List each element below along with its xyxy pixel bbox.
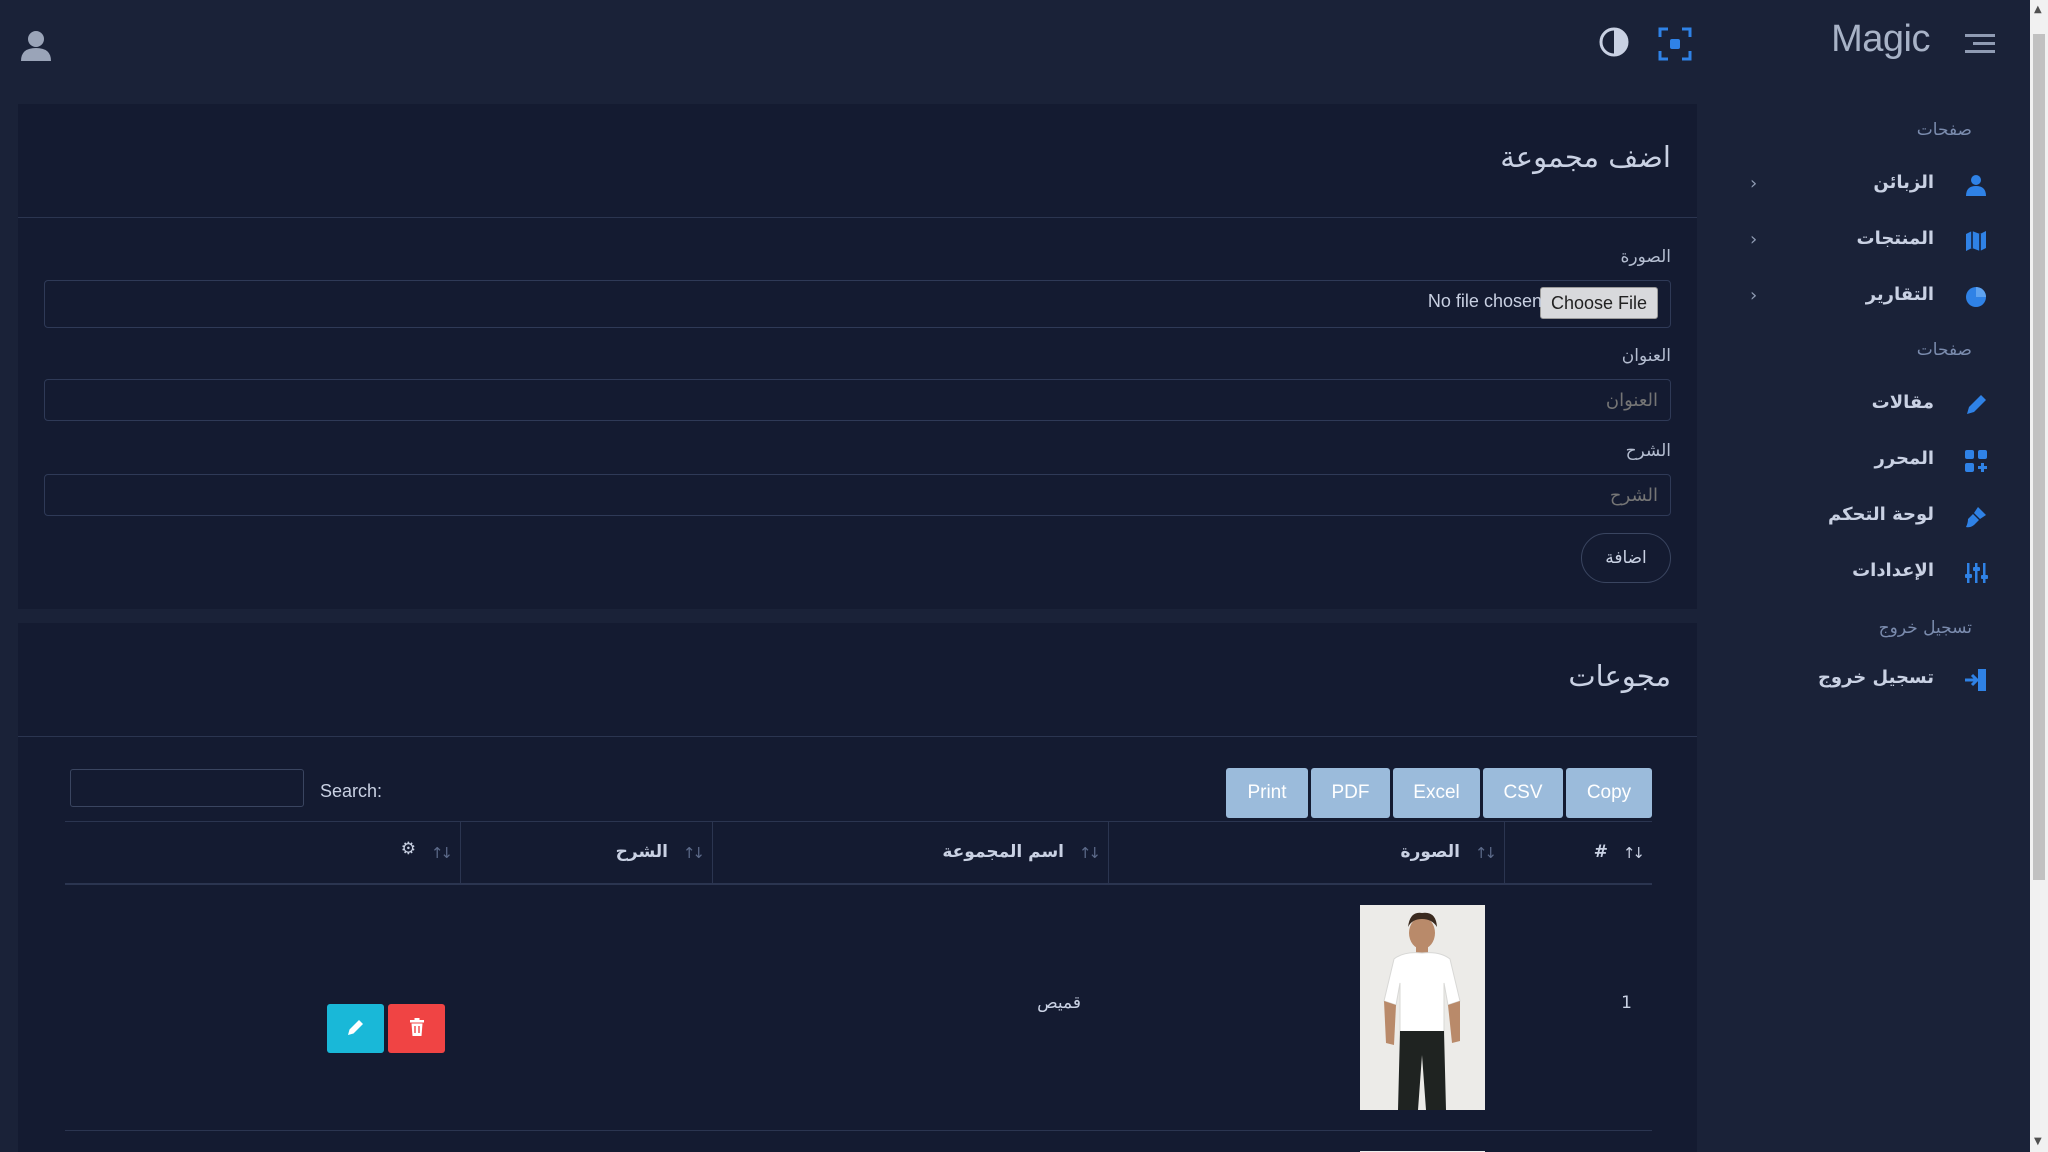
card-divider bbox=[18, 736, 1697, 737]
csv-button[interactable]: CSV bbox=[1483, 768, 1563, 818]
print-button[interactable]: Print bbox=[1226, 768, 1308, 818]
title-input[interactable] bbox=[45, 380, 1670, 420]
sidebar-item-label: لوحة التحكم bbox=[1827, 504, 1934, 525]
column-header-description[interactable]: الشرح ↑↓ bbox=[461, 821, 713, 885]
menu-toggle-icon[interactable] bbox=[1965, 32, 1995, 56]
card-divider bbox=[18, 217, 1697, 218]
fullscreen-icon[interactable] bbox=[1657, 26, 1693, 62]
groups-title: مجوعات bbox=[1568, 659, 1671, 693]
image-field-label: الصورة bbox=[1620, 247, 1671, 267]
column-header-label: الشرح bbox=[615, 842, 668, 862]
add-group-title: اضف مجموعة bbox=[1500, 140, 1671, 174]
column-header-label: # bbox=[1593, 842, 1608, 862]
copy-button[interactable]: Copy bbox=[1566, 768, 1652, 818]
chevron-left-icon: ‹ bbox=[1750, 173, 1758, 194]
product-photo-tshirt bbox=[1360, 905, 1485, 1110]
cell-index: 1 bbox=[1505, 885, 1652, 1131]
sidebar-item-logout[interactable]: تسجيل خروج bbox=[1718, 658, 2030, 702]
groups-card: مجوعات Copy CSV Excel PDF Print Search: … bbox=[18, 623, 1697, 1152]
sidebar-item-dashboard[interactable]: لوحة التحكم bbox=[1718, 495, 2030, 539]
sidebar-heading-logout: تسجيل خروج bbox=[1878, 618, 1972, 638]
column-header-label: الصورة bbox=[1400, 842, 1460, 862]
sidebar-item-editor[interactable]: المحرر bbox=[1718, 439, 2030, 483]
top-bar bbox=[0, 0, 1718, 90]
cell-name: قميص bbox=[713, 885, 1109, 1131]
search-input[interactable] bbox=[70, 769, 304, 807]
excel-button[interactable]: Excel bbox=[1393, 768, 1480, 818]
sidebar-item-customers[interactable]: الزبائن ‹ bbox=[1718, 163, 2030, 207]
scroll-up-icon[interactable]: ▲ bbox=[2034, 4, 2042, 15]
column-header-image[interactable]: الصورة ↑↓ bbox=[1109, 821, 1505, 885]
brush-icon bbox=[1964, 505, 1988, 529]
delete-button[interactable] bbox=[388, 1004, 445, 1053]
description-field-label: الشرح bbox=[1625, 441, 1671, 461]
sort-icon[interactable]: ↑↓ bbox=[683, 844, 705, 862]
sort-icon[interactable]: ↑↓ bbox=[1079, 844, 1101, 862]
pencil-icon bbox=[347, 1020, 363, 1035]
sidebar-item-label: التقارير bbox=[1865, 284, 1934, 305]
user-icon bbox=[1964, 173, 1988, 197]
column-header-actions[interactable]: ⚙ ↑↓ bbox=[65, 821, 461, 885]
cell-description bbox=[461, 885, 713, 1131]
sort-icon[interactable]: ↑↓ bbox=[431, 844, 453, 862]
edit-button[interactable] bbox=[327, 1004, 384, 1053]
sidebar-item-products[interactable]: المنتجات ‹ bbox=[1718, 219, 2030, 263]
search-label: Search: bbox=[320, 781, 383, 801]
cell-actions bbox=[65, 885, 461, 1131]
row-index: 1 bbox=[1621, 993, 1632, 1013]
sidebar-item-label: تسجيل خروج bbox=[1817, 667, 1934, 688]
sidebar-item-label: الزبائن bbox=[1873, 172, 1934, 193]
page-scrollbar[interactable]: ▲ ▼ bbox=[2030, 0, 2048, 1152]
sidebar-item-settings[interactable]: الإعدادات bbox=[1718, 551, 2030, 595]
pencil-icon bbox=[1964, 393, 1988, 417]
group-name: قميص bbox=[1037, 993, 1081, 1013]
scroll-down-icon[interactable]: ▼ bbox=[2034, 1136, 2042, 1147]
trash-icon bbox=[409, 1018, 424, 1036]
gear-icon: ⚙ bbox=[400, 839, 416, 859]
chevron-left-icon: ‹ bbox=[1750, 285, 1758, 306]
sidebar-heading-pages: صفحات bbox=[1916, 120, 1972, 140]
pdf-button[interactable]: PDF bbox=[1311, 768, 1390, 818]
description-field[interactable] bbox=[44, 474, 1671, 516]
contrast-toggle-icon[interactable] bbox=[1598, 26, 1630, 58]
chevron-left-icon: ‹ bbox=[1750, 229, 1758, 250]
description-input[interactable] bbox=[45, 475, 1670, 515]
sliders-icon bbox=[1964, 561, 1988, 585]
title-field[interactable] bbox=[44, 379, 1671, 421]
sidebar-item-reports[interactable]: التقارير ‹ bbox=[1718, 275, 2030, 319]
user-avatar-icon[interactable] bbox=[18, 28, 54, 64]
file-status-text: No file chosen bbox=[1427, 291, 1542, 311]
column-header-index[interactable]: # ↑↓ bbox=[1505, 821, 1652, 885]
pie-chart-icon bbox=[1964, 285, 1988, 309]
add-group-card: اضف مجموعة الصورة Choose File No file ch… bbox=[18, 104, 1697, 609]
brand-logo: Magic bbox=[1831, 18, 1930, 60]
sidebar-item-label: المحرر bbox=[1874, 448, 1934, 469]
title-field-label: العنوان bbox=[1621, 346, 1671, 366]
sidebar-heading-pages-2: صفحات bbox=[1916, 340, 1972, 360]
sidebar-item-label: الإعدادات bbox=[1852, 560, 1934, 581]
sign-out-icon bbox=[1964, 668, 1988, 692]
add-submit-button[interactable]: اضافة bbox=[1581, 533, 1671, 583]
grid-plus-icon bbox=[1964, 449, 1988, 473]
column-header-name[interactable]: اسم المجموعة ↑↓ bbox=[713, 821, 1109, 885]
sidebar: Magic صفحات الزبائن ‹ المنتجات ‹ التقاري… bbox=[1718, 0, 2030, 1152]
sidebar-item-label: المنتجات bbox=[1856, 228, 1934, 249]
sidebar-item-label: مقالات bbox=[1871, 392, 1934, 413]
scrollbar-thumb[interactable] bbox=[2033, 34, 2045, 880]
sort-icon[interactable]: ↑↓ bbox=[1623, 844, 1645, 862]
sidebar-item-articles[interactable]: مقالات bbox=[1718, 383, 2030, 427]
map-icon bbox=[1964, 229, 1988, 253]
choose-file-button[interactable]: Choose File bbox=[1539, 287, 1658, 319]
column-header-label: اسم المجموعة bbox=[942, 842, 1064, 862]
sort-icon[interactable]: ↑↓ bbox=[1475, 844, 1497, 862]
image-file-input[interactable]: Choose File No file chosen bbox=[44, 280, 1671, 328]
